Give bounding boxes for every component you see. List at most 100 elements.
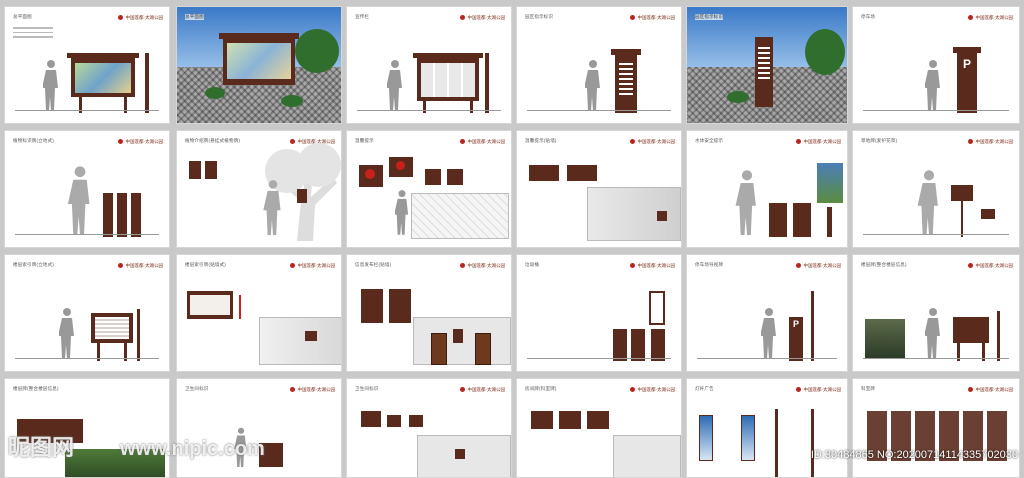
sheet-title: 温馨提示 (355, 138, 374, 143)
sheet-18: 楼层牌(整合楼层信息) 中国莲都·太湖公园 (852, 254, 1020, 372)
sheet-24: 科室牌 中国莲都·太湖公园 (852, 378, 1020, 478)
logo-icon (629, 387, 635, 393)
photo-thumbnail (817, 163, 843, 203)
sheet-10: 温馨提示(贴墙) 中国莲都·太湖公园 (516, 130, 682, 248)
sheet-2: 总平面图 (176, 6, 342, 124)
lamp-post (811, 409, 814, 477)
sheet-header: 中国莲都·太湖公园 (117, 139, 163, 145)
room-sign (531, 411, 553, 429)
sheet-header: 中国莲都·太湖公园 (459, 263, 505, 269)
sheet-header: 中国莲都·太湖公园 (795, 263, 841, 269)
bulletin-roof (413, 53, 483, 58)
post-right (470, 101, 473, 113)
side-pillar (997, 311, 1000, 361)
sheet-19: 楼层牌(整合楼层信息) (4, 378, 170, 478)
sheet-title: 信息发布栏(贴墙) (355, 262, 392, 267)
sheet-21: 卫生间标识 中国莲都·太湖公园 (346, 378, 512, 478)
watermark-site: 昵图网 (8, 436, 75, 461)
room-sign (587, 411, 609, 429)
logo-icon (795, 387, 801, 393)
logo-icon (629, 15, 635, 21)
fence-panel (411, 193, 509, 239)
logo-icon (289, 387, 295, 393)
ground-line (357, 110, 501, 111)
sheet-title: 园区指示标识 (525, 14, 554, 19)
hanging-plant-sign (297, 189, 307, 203)
sheet-title: 植物介绍牌(悬挂式植物牌) (185, 138, 241, 143)
person-silhouette-icon (43, 60, 58, 111)
spec-notes (13, 27, 53, 41)
sheet-header: 中国莲都·太湖公园 (795, 139, 841, 145)
watermark-id: ID:30484865 NO:20200714114335702030 (810, 449, 1018, 461)
shrub (281, 95, 303, 107)
sheet-header: 中国莲都·太湖公园 (459, 15, 505, 21)
hanging-plant-sign (205, 161, 217, 179)
sheet-header: 中国莲都·太湖公园 (629, 263, 675, 269)
ground-line (527, 110, 671, 111)
wall-sign (455, 449, 465, 459)
ground-line (15, 110, 159, 111)
ground-line (527, 358, 671, 359)
person-silhouette-icon (761, 308, 776, 359)
sheet-3: 宣传栏 中国莲都·太湖公园 (346, 6, 512, 124)
sheet-20: 卫生间标识 中国莲都·太湖公园 (176, 378, 342, 478)
trash-bin (613, 329, 627, 361)
parking-letter: P (962, 57, 971, 71)
wall-board (453, 329, 463, 343)
plant-sign (103, 193, 113, 237)
person-silhouette-icon (925, 308, 940, 359)
sheet-13: 楼层索引牌(立地式) 中国莲都·太湖公园 (4, 254, 170, 372)
watermark-url: www.nipic.com (120, 438, 265, 460)
logo-icon (459, 139, 465, 145)
person-silhouette-icon (387, 60, 402, 111)
logo-icon (629, 139, 635, 145)
trash-bin (651, 329, 665, 361)
grass-sign (951, 185, 973, 201)
grass-sign (981, 209, 995, 219)
wall-panel (259, 317, 341, 365)
sheet-title: 科室牌 (861, 386, 876, 391)
tree-foliage (805, 29, 845, 75)
directory-panel (619, 63, 633, 95)
map-board-content (75, 63, 131, 93)
sheet-17: 停车场导视牌 中国莲都·太湖公园 P (686, 254, 848, 372)
sheet-title: 宣传栏 (355, 14, 370, 19)
pillar-cap (953, 47, 981, 53)
sheet-header: 中国莲都·太湖公园 (967, 387, 1013, 393)
shrub (205, 87, 225, 99)
person-silhouette-icon (585, 60, 600, 111)
ground-line (863, 110, 1009, 111)
photo-thumbnail (865, 319, 905, 359)
sheet-23: 灯杆广告 中国莲都·太湖公园 (686, 378, 848, 478)
sheet-15: 信息发布栏(贴墙) 中国莲都·太湖公园 (346, 254, 512, 372)
wall-sign (657, 211, 667, 221)
ground-line (697, 358, 837, 359)
warning-sign (567, 165, 597, 181)
logo-icon (795, 139, 801, 145)
side-pillar (137, 309, 140, 361)
logo-icon (459, 263, 465, 269)
water-warning-sign (793, 203, 811, 237)
logo-icon (117, 263, 123, 269)
logo-icon (795, 263, 801, 269)
sheet-header: 中国莲都·太湖公园 (629, 139, 675, 145)
sheet-title: 楼层索引牌(贴墙式) (185, 262, 226, 267)
warning-sign (425, 169, 441, 185)
ground-line (15, 358, 159, 359)
sheet-title: 垃圾桶 (525, 262, 540, 267)
sheet-4: 园区指示标识 中国莲都·太湖公园 (516, 6, 682, 124)
ground-line (15, 234, 159, 235)
trash-bin (631, 329, 645, 361)
sheet-9: 温馨提示 中国莲都·太湖公园 (346, 130, 512, 248)
sheet-title: 温馨提示(贴墙) (525, 138, 557, 143)
logo-icon (967, 15, 973, 21)
logo-icon (117, 15, 123, 21)
sheet-title: 卫生间标识 (185, 386, 209, 391)
info-board (389, 289, 411, 323)
sheet-header: 中国莲都·太湖公园 (289, 263, 335, 269)
person-silhouette-icon (395, 190, 409, 235)
sheet-11: 水体安全提示 中国莲都·太湖公园 (686, 130, 848, 248)
logo-icon (967, 139, 973, 145)
sheet-title: 植物标识牌(立地式) (13, 138, 54, 143)
sheet-1: 总平面图 中国莲都·太湖公园 (4, 6, 170, 124)
